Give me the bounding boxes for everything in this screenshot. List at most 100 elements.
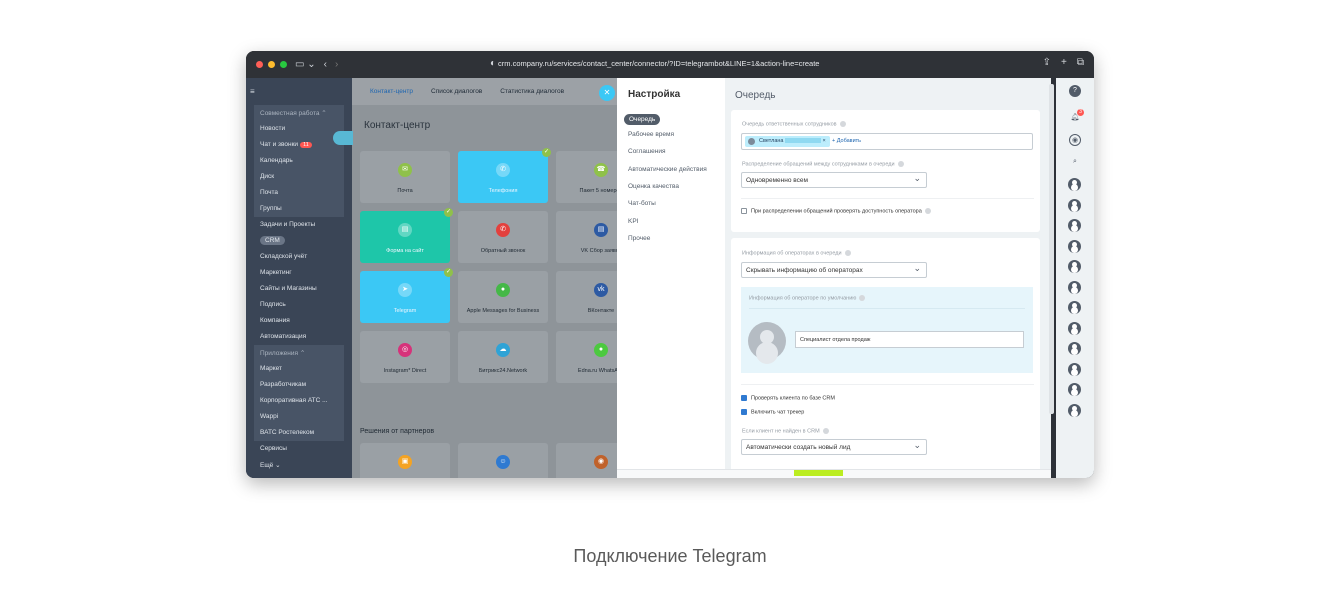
checkbox-icon[interactable] <box>741 208 747 214</box>
back-icon[interactable]: ‹ <box>324 59 327 70</box>
sidebar-item[interactable]: Ещё ⌄ <box>246 457 352 473</box>
sidebar-item[interactable]: Сервисы <box>246 441 352 457</box>
contact-avatar[interactable] <box>1068 198 1081 212</box>
sidebar-item[interactable]: Корпоративная АТС ... <box>254 393 344 409</box>
contact-avatar[interactable] <box>1068 342 1081 355</box>
help-icon[interactable]: ? <box>1069 85 1081 97</box>
close-window-button[interactable] <box>256 61 263 68</box>
sidebar-item[interactable]: CRM <box>246 233 352 249</box>
sidebar-item[interactable]: Приложения ⌃ <box>254 345 344 361</box>
tabs-overview-icon[interactable]: ⧉ <box>1077 57 1084 68</box>
contact-avatar[interactable] <box>1068 383 1081 396</box>
not-found-select[interactable]: Автоматически создать новый лид <box>741 439 927 455</box>
sidebar-item[interactable]: Автоматизация <box>246 329 352 345</box>
checkbox-checked-icon[interactable] <box>741 409 747 415</box>
bell-icon[interactable]: 🔔︎ 3 <box>1069 109 1084 124</box>
connector-tile[interactable]: ● Apple Messages for Business <box>458 271 548 323</box>
sidebar-item[interactable]: Почта <box>254 185 344 201</box>
user-chip[interactable]: Светлана × <box>745 136 830 147</box>
operator-info-select[interactable]: Скрывать информацию об операторах <box>741 262 927 278</box>
help-icon[interactable] <box>844 250 851 256</box>
sidebar-item[interactable]: Сайты и Магазины <box>246 281 352 297</box>
sidebar-item[interactable]: ВАТС Ростелеком <box>254 425 344 441</box>
help-icon[interactable] <box>822 428 829 434</box>
contact-avatar[interactable] <box>1068 260 1081 273</box>
connector-tile[interactable]: ◎ Instagram* Direct <box>360 331 450 383</box>
help-icon[interactable] <box>924 208 931 214</box>
operator-position-input[interactable]: Специалист отдела продаж <box>795 331 1024 348</box>
contact-avatar[interactable] <box>1068 403 1081 417</box>
sidebar-item[interactable]: Новости <box>254 121 344 137</box>
contact-avatar[interactable] <box>1068 321 1081 335</box>
operator-avatar[interactable] <box>748 322 786 360</box>
forward-icon[interactable]: › <box>335 59 338 70</box>
sidebar-item-label: Приложения ⌃ <box>260 350 306 357</box>
contact-avatar[interactable] <box>1068 219 1081 232</box>
sidebar-item[interactable]: Задачи и Проекты <box>246 217 352 233</box>
connector-tile[interactable]: ✉ Почта <box>360 151 450 203</box>
partner-tile[interactable]: ▣Маркет <box>360 443 450 478</box>
sidebar-item[interactable]: Подпись <box>246 297 352 313</box>
sidebar-item[interactable]: Маркет <box>254 361 344 377</box>
help-icon[interactable] <box>897 161 904 167</box>
menu-icon[interactable]: ≡ <box>250 87 255 96</box>
contact-avatar[interactable] <box>1068 280 1081 294</box>
distribution-select[interactable]: Одновременно всем <box>741 172 927 188</box>
new-tab-icon[interactable]: + <box>1061 57 1067 68</box>
settings-nav-item[interactable]: Автоматические действия <box>628 166 707 173</box>
sidebar-item[interactable]: Wappi <box>254 409 344 425</box>
settings-nav-item[interactable]: Очередь <box>624 114 661 125</box>
check-crm-checkbox[interactable]: Проверять клиента по базе CRM <box>741 395 835 401</box>
contact-avatar[interactable] <box>1068 362 1081 376</box>
partner-icon: ☺ <box>496 455 510 469</box>
help-icon[interactable] <box>859 295 866 301</box>
close-slider-button[interactable]: ✕ <box>599 85 615 101</box>
contact-avatar[interactable] <box>1068 301 1081 314</box>
save-button[interactable] <box>794 470 843 476</box>
sidebar-item[interactable]: Маркетинг <box>246 265 352 281</box>
settings-nav-item[interactable]: Оценка качества <box>628 183 679 190</box>
sidebar-item-label: Автоматизация <box>260 333 307 340</box>
minimize-window-button[interactable] <box>268 61 275 68</box>
sidebar-collapse-handle[interactable] <box>333 131 353 145</box>
sidebar-item[interactable]: Компания <box>246 313 352 329</box>
sidebar-item[interactable]: Разработчикам <box>254 377 344 393</box>
tab-statistics[interactable]: Статистика диалогов <box>500 88 564 95</box>
sidebar-item-label: Новости <box>260 125 286 132</box>
sidebar-item[interactable]: Диск <box>254 169 344 185</box>
contact-avatar[interactable] <box>1068 239 1081 253</box>
settings-nav-item[interactable]: Чат-боты <box>628 200 656 207</box>
open-lines-icon[interactable]: ◉ <box>1069 134 1081 146</box>
settings-nav-item[interactable]: KPI <box>628 218 638 225</box>
settings-nav-item[interactable]: Рабочее время <box>628 131 674 138</box>
checkbox-checked-icon[interactable] <box>741 395 747 401</box>
help-icon[interactable] <box>839 121 846 127</box>
tab-contact-center[interactable]: Контакт-центр <box>370 88 413 95</box>
connector-tile[interactable]: ✆ Обратный звонок <box>458 211 548 263</box>
sidebar-item[interactable]: Чат и звонки 11 <box>254 137 344 153</box>
sidebar-item[interactable]: Группы <box>254 201 344 217</box>
contact-avatar[interactable] <box>1068 178 1081 191</box>
connector-tile[interactable]: ▤ Форма на сайт ✓ <box>360 208 453 263</box>
panel-scrollbar[interactable] <box>1049 84 1054 414</box>
tab-dialogs[interactable]: Список диалогов <box>431 88 482 95</box>
sidebar-item[interactable]: Календарь <box>254 153 344 169</box>
sidebar-item[interactable]: Складской учёт <box>246 249 352 265</box>
zoom-window-button[interactable] <box>280 61 287 68</box>
settings-nav-item[interactable]: Соглашения <box>628 148 666 155</box>
settings-nav-item[interactable]: Прочее <box>628 235 650 242</box>
add-user-link[interactable]: + Добавить <box>832 138 861 144</box>
connector-tile[interactable]: ☁ Битрикс24.Network <box>458 331 548 383</box>
partner-tile[interactable]: ☺Чатботы <box>458 443 548 478</box>
search-icon[interactable]: ⌕ <box>1069 156 1081 168</box>
enable-tracker-checkbox[interactable]: Включить чат трекер <box>741 409 804 415</box>
sidebar-toggle-icon[interactable]: ▭ ⌄ <box>295 59 316 70</box>
check-availability-checkbox[interactable]: При распределении обращений проверять до… <box>741 208 931 214</box>
connector-tile[interactable]: ➤ Telegram ✓ <box>360 268 453 323</box>
connector-label: Telegram <box>393 308 417 314</box>
share-icon[interactable]: ⇪ <box>1043 57 1051 68</box>
queue-users-field[interactable]: Светлана × + Добавить <box>741 133 1033 150</box>
connector-tile[interactable]: ✆ Телефония ✓ <box>458 148 551 203</box>
address-bar[interactable]: crm.company.ru/services/contact_center/c… <box>498 59 819 68</box>
sidebar-item[interactable]: Совместная работа ⌃ <box>254 105 344 121</box>
